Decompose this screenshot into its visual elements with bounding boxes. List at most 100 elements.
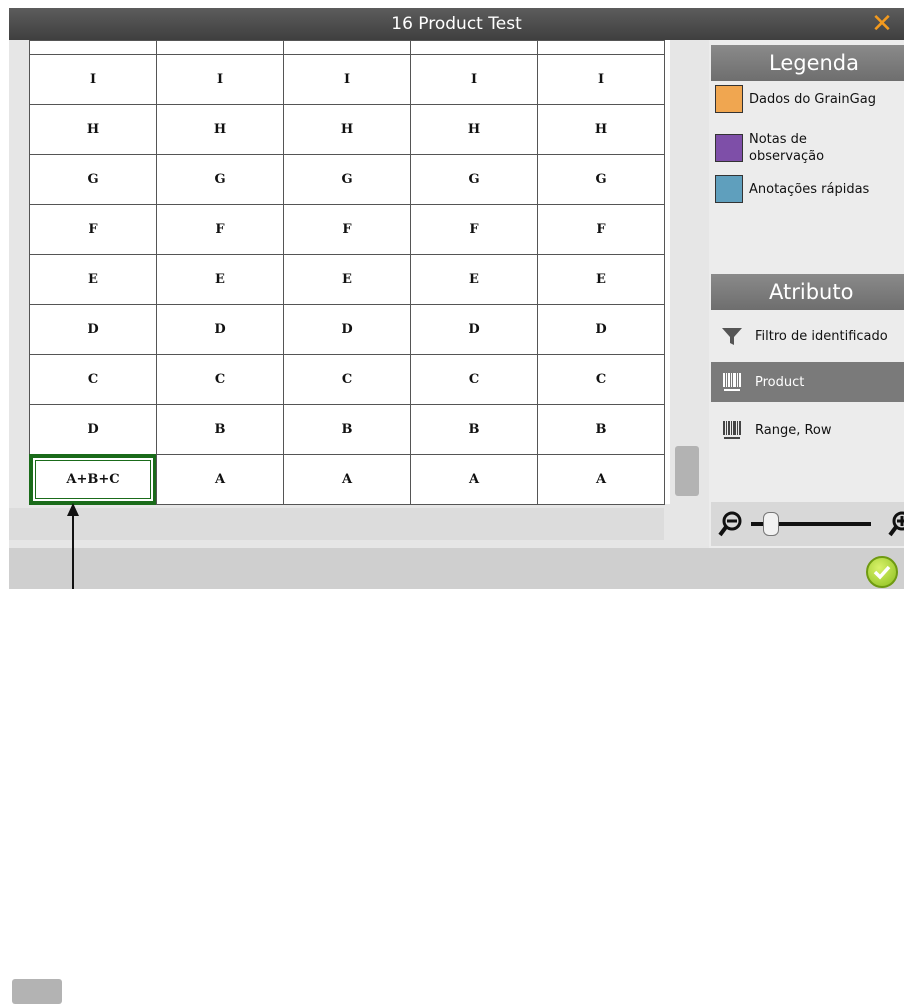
- grid-cell[interactable]: G: [410, 154, 538, 205]
- grid-cell-label: I: [89, 72, 97, 87]
- grid-cell-label: F: [596, 222, 606, 237]
- grid-cell-label: C: [341, 372, 353, 387]
- legend-swatch: [715, 175, 743, 203]
- grid-cell[interactable]: C: [283, 354, 411, 405]
- grid-cell[interactable]: C: [410, 354, 538, 405]
- grid-cell[interactable]: E: [283, 254, 411, 305]
- grid-cell[interactable]: F: [29, 204, 157, 255]
- grid-cell[interactable]: [29, 40, 157, 55]
- grid-cell[interactable]: I: [283, 54, 411, 105]
- grid-cell[interactable]: C: [156, 354, 284, 405]
- grid-cell-label: H: [213, 122, 227, 137]
- grid-cell[interactable]: H: [410, 104, 538, 155]
- legend-label: Notas de observação: [749, 132, 825, 164]
- grid-cell-label: H: [467, 122, 481, 137]
- grid-cell-label: I: [343, 72, 351, 87]
- grid-cell[interactable]: G: [283, 154, 411, 205]
- zoom-out-icon[interactable]: [717, 510, 745, 538]
- grid-cell[interactable]: F: [537, 204, 665, 255]
- grid-cell[interactable]: E: [29, 254, 157, 305]
- sidebar: Legenda Dados do GrainGag Notas de obser…: [709, 40, 904, 548]
- grid-cell[interactable]: I: [410, 54, 538, 105]
- grid-cell[interactable]: B: [283, 404, 411, 455]
- grid-cell[interactable]: H: [283, 104, 411, 155]
- attribute-item-range-row[interactable]: Range, Row: [711, 410, 904, 450]
- grid-cell-label: E: [596, 272, 606, 287]
- grid-cell[interactable]: F: [156, 204, 284, 255]
- barcode-icon: [723, 373, 741, 391]
- grid-cell[interactable]: D: [29, 304, 157, 355]
- close-button[interactable]: ✕: [868, 10, 896, 38]
- attribute-label: Product: [755, 374, 805, 390]
- grid-cell[interactable]: C: [29, 354, 157, 405]
- grid-cell[interactable]: E: [410, 254, 538, 305]
- grid-cell-label: C: [595, 372, 607, 387]
- grid-cell[interactable]: H: [537, 104, 665, 155]
- grid-cell[interactable]: B: [156, 404, 284, 455]
- grid-cell[interactable]: A: [537, 454, 665, 505]
- grid-cell[interactable]: G: [537, 154, 665, 205]
- grid-cell[interactable]: F: [283, 204, 411, 255]
- legend-header: Legenda: [711, 45, 904, 81]
- grid-cell[interactable]: D: [537, 304, 665, 355]
- legend-swatch: [715, 134, 743, 162]
- grid-cell-label: H: [86, 122, 100, 137]
- grid-cell[interactable]: A: [156, 454, 284, 505]
- grid-cell[interactable]: A+B+C: [29, 454, 157, 505]
- grid-cell[interactable]: [537, 40, 665, 55]
- grid-cell[interactable]: G: [156, 154, 284, 205]
- grid-cell-label: B: [468, 422, 480, 437]
- grid-area: I I I I I H H H H H G G G G G F F F F F E E E E E D D D D D C C C C C D B B B B…: [9, 40, 709, 1004]
- horizontal-scrollbar-thumb[interactable]: [12, 979, 62, 1004]
- grid-cell[interactable]: B: [537, 404, 665, 455]
- grid-cell-label: F: [88, 222, 98, 237]
- grid-cell[interactable]: D: [156, 304, 284, 355]
- grid-cell[interactable]: H: [156, 104, 284, 155]
- grid-cell-label: E: [215, 272, 225, 287]
- filter-icon: [722, 328, 742, 345]
- grid-cell[interactable]: B: [410, 404, 538, 455]
- grid-cell-label: G: [341, 172, 353, 187]
- grid-cell-label: B: [214, 422, 226, 437]
- grid-cell[interactable]: I: [156, 54, 284, 105]
- grid-cell-label: A: [214, 472, 226, 487]
- grid-cell[interactable]: A: [283, 454, 411, 505]
- zoom-in-icon[interactable]: [887, 510, 904, 538]
- grid-cell[interactable]: I: [537, 54, 665, 105]
- grid-cell[interactable]: A: [410, 454, 538, 505]
- grid-cell[interactable]: [156, 40, 284, 55]
- grid-cell-label: H: [594, 122, 608, 137]
- grid-cell[interactable]: D: [283, 304, 411, 355]
- vertical-scrollbar-thumb[interactable]: [675, 446, 699, 496]
- grid-cell[interactable]: [410, 40, 538, 55]
- grid-cell-label: D: [87, 322, 99, 337]
- window: 16 Product Test ✕ I I I I I H H H H H G G G G G F F F F F E E…: [0, 0, 904, 1004]
- grid-cell-label: A: [468, 472, 480, 487]
- confirm-button[interactable]: [866, 556, 898, 588]
- grid-cell[interactable]: C: [537, 354, 665, 405]
- grid-cell[interactable]: D: [29, 404, 157, 455]
- identifier-filter-button[interactable]: Filtro de identificado: [711, 316, 904, 356]
- grid-cell[interactable]: E: [537, 254, 665, 305]
- grid-cell[interactable]: [283, 40, 411, 55]
- legend-label: Dados do GrainGag: [749, 91, 876, 107]
- legend-item-notes: Notas de observação: [715, 128, 859, 168]
- zoom-bar: [711, 502, 904, 546]
- grid-cell[interactable]: E: [156, 254, 284, 305]
- window-title: 16 Product Test: [391, 14, 522, 34]
- filter-label: Filtro de identificado: [755, 328, 888, 344]
- zoom-slider-thumb[interactable]: [763, 512, 779, 536]
- grid-cell-label: A: [341, 472, 353, 487]
- grid-cell[interactable]: G: [29, 154, 157, 205]
- grid-cell[interactable]: F: [410, 204, 538, 255]
- grid-cell-label: B: [595, 422, 607, 437]
- grid-cell-label: F: [469, 222, 479, 237]
- grid-cell-label: H: [340, 122, 354, 137]
- attribute-item-product[interactable]: Product: [711, 362, 904, 402]
- grid-cell[interactable]: D: [410, 304, 538, 355]
- attribute-label: Range, Row: [755, 422, 832, 438]
- horizontal-scrollbar[interactable]: [9, 508, 664, 1004]
- grid-cell[interactable]: I: [29, 54, 157, 105]
- grid-cell-label: A+B+C: [66, 472, 120, 487]
- grid-cell[interactable]: H: [29, 104, 157, 155]
